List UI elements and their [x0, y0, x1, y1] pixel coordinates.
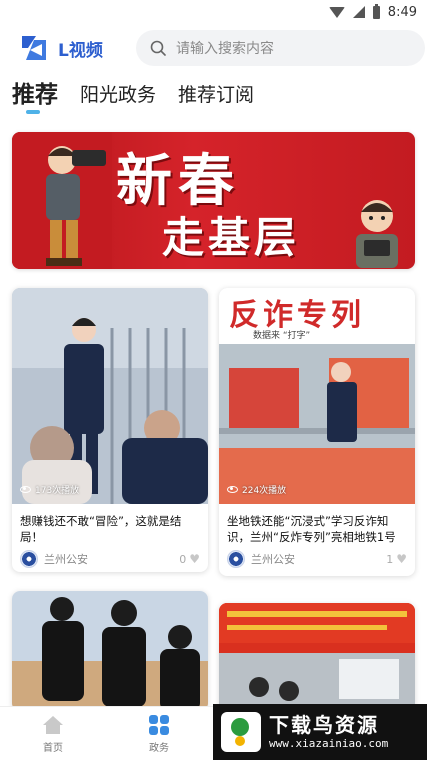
- like-count: 0: [179, 552, 187, 566]
- app-header: L视频 请输入搜索内容: [0, 28, 427, 68]
- view-count-text: 224次播放: [242, 486, 287, 496]
- nav-home-label: 首页: [43, 743, 63, 754]
- view-count: 224次播放: [227, 483, 286, 496]
- app-logo[interactable]: L视频: [16, 30, 126, 66]
- like-count: 1: [386, 552, 394, 566]
- publisher-name[interactable]: 兰州公安: [251, 551, 386, 567]
- watermark-url: www.xiazainiao.com: [269, 737, 389, 750]
- category-tabs: 推荐 阳光政务 推荐订阅: [12, 74, 254, 114]
- video-thumbnail: 反诈专列 数据来 “打字” 224次播放: [219, 288, 415, 504]
- heart-icon: ♥: [189, 552, 200, 566]
- video-meta: 兰州公安 1 ♥: [219, 544, 415, 568]
- video-card[interactable]: 反诈专列 数据来 “打字” 224次播放 坐地铁还能“沉浸式”学习反诈知识，兰州…: [219, 288, 415, 576]
- thumbnail-image: [219, 603, 415, 713]
- banner-illustration-right: [356, 200, 398, 268]
- video-card[interactable]: 173次播放 想赚钱还不敢“冒险”，这就是结局！ 兰州公安 0 ♥: [12, 288, 208, 572]
- video-title: 坐地铁还能“沉浸式”学习反诈知识，兰州“反炸专列”亮相地铁1号线，你...: [227, 514, 396, 544]
- battery-icon: [372, 3, 380, 19]
- video-thumbnail: [219, 603, 415, 713]
- watermark-text: 下载鸟资源 www.xiazainiao.com: [269, 713, 388, 751]
- logo-icon: [22, 36, 46, 60]
- promo-banner[interactable]: 新春 走基层: [12, 132, 415, 269]
- search-input[interactable]: 请输入搜索内容: [136, 30, 425, 66]
- tab-recommended-subscriptions[interactable]: 推荐订阅: [178, 80, 254, 110]
- heart-icon: ♥: [396, 552, 407, 566]
- video-card[interactable]: [12, 591, 208, 711]
- tab-indicator: [26, 110, 40, 114]
- status-time: 8:49: [387, 4, 417, 20]
- home-icon: [43, 716, 63, 734]
- tab-sunshine-government[interactable]: 阳光政务: [80, 80, 156, 110]
- logo-text: L视频: [58, 40, 103, 61]
- thumbnail-subtitle: 数据来 “打字”: [253, 331, 311, 341]
- signal-icon: [352, 6, 365, 18]
- publisher-name[interactable]: 兰州公安: [44, 551, 179, 567]
- banner-illustration-left: [12, 132, 112, 269]
- publisher-avatar[interactable]: [227, 550, 245, 568]
- view-count: 173次播放: [20, 483, 79, 496]
- watermark-title: 下载鸟资源: [269, 713, 379, 737]
- nav-government[interactable]: 政务: [106, 707, 212, 760]
- video-card[interactable]: [219, 603, 415, 713]
- eye-icon: [20, 486, 31, 493]
- like-button[interactable]: 0 ♥: [179, 553, 200, 566]
- thumbnail-image: [12, 288, 208, 504]
- video-thumbnail: 173次播放: [12, 288, 208, 504]
- tab-label: 阳光政务: [80, 84, 157, 106]
- search-placeholder: 请输入搜索内容: [176, 41, 274, 57]
- thumbnail-image: [12, 591, 208, 711]
- search-icon: [150, 40, 166, 56]
- tab-recommend[interactable]: 推荐: [12, 80, 58, 114]
- banner-title-line2: 走基层: [162, 213, 301, 262]
- wifi-icon: [328, 6, 345, 18]
- nav-government-label: 政务: [149, 743, 169, 754]
- tab-label: 推荐: [12, 82, 58, 108]
- video-thumbnail: [12, 591, 208, 711]
- nav-home[interactable]: 首页: [0, 707, 106, 760]
- publisher-avatar[interactable]: [20, 550, 38, 568]
- video-title: 想赚钱还不敢“冒险”，这就是结局！: [20, 514, 182, 544]
- grid-icon: [149, 715, 169, 735]
- like-button[interactable]: 1 ♥: [386, 553, 407, 566]
- watermark: 下载鸟资源 www.xiazainiao.com: [213, 704, 427, 760]
- video-meta: 兰州公安 0 ♥: [12, 544, 208, 568]
- tab-label: 推荐订阅: [178, 84, 255, 106]
- eye-icon: [227, 486, 238, 493]
- watermark-logo: [221, 712, 261, 752]
- status-bar: 8:49: [0, 0, 427, 24]
- view-count-text: 173次播放: [35, 486, 80, 496]
